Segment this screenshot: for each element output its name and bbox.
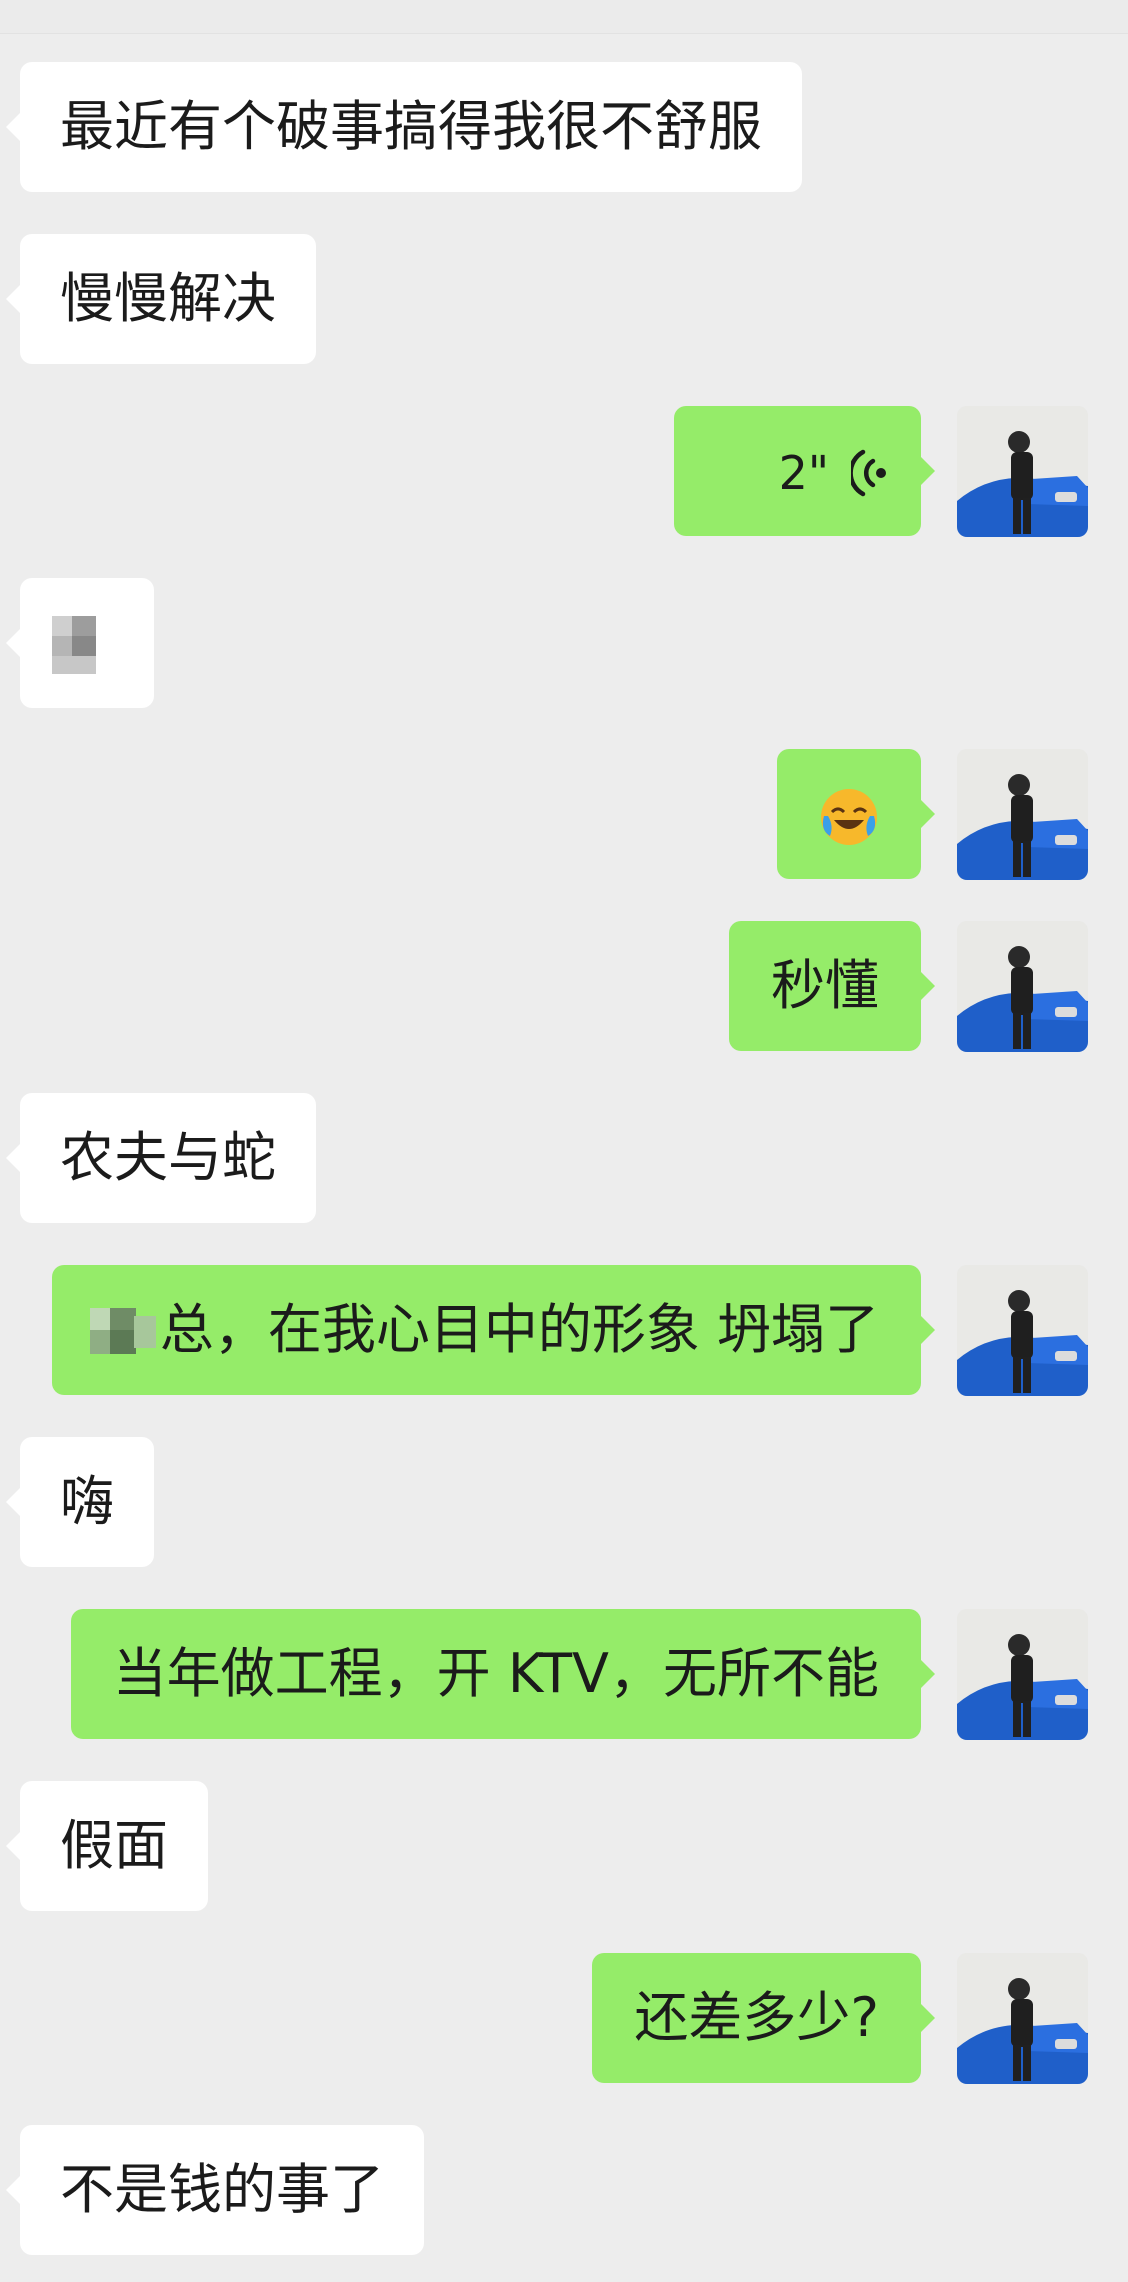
avatar-photo	[957, 749, 1088, 880]
voice-message[interactable]: 2"	[674, 406, 935, 536]
message-text: 不是钱的事了	[60, 2158, 384, 2221]
outgoing-message[interactable]: 当年做工程，开 KTV，无所不能	[70, 1609, 936, 1739]
user-avatar[interactable]	[957, 406, 1088, 537]
incoming-message[interactable]: 不是钱的事了	[6, 2125, 424, 2255]
message-text: 秒懂	[771, 954, 879, 1017]
top-divider	[0, 0, 1128, 34]
user-avatar[interactable]	[957, 1265, 1088, 1396]
incoming-message[interactable]: 假面	[6, 1781, 208, 1911]
incoming-message[interactable]: 最近有个破事搞得我很不舒服	[6, 62, 802, 192]
user-avatar[interactable]	[957, 1953, 1088, 2084]
avatar-photo	[957, 1609, 1088, 1740]
incoming-message[interactable]: 嗨	[6, 1437, 154, 1567]
voice-duration: 2"	[778, 446, 829, 500]
incoming-message[interactable]: 慢慢解决	[6, 234, 316, 364]
message-text: 嗨	[60, 1470, 114, 1533]
message-text: 农夫与蛇	[60, 1126, 276, 1189]
outgoing-emoji-message[interactable]	[777, 749, 935, 879]
blurred-name	[89, 1306, 160, 1360]
user-avatar[interactable]	[957, 1609, 1088, 1740]
outgoing-message[interactable]: 还差多少?	[592, 1953, 935, 2083]
blurred-image	[52, 616, 122, 676]
voice-wave-icon	[851, 449, 886, 497]
face-with-tears-of-joy-icon	[821, 789, 877, 846]
avatar-photo	[957, 1265, 1088, 1396]
avatar-photo	[957, 921, 1088, 1052]
message-text: 假面	[60, 1814, 168, 1877]
message-text: 最近有个破事搞得我很不舒服	[60, 95, 762, 158]
incoming-message[interactable]: 农夫与蛇	[6, 1093, 316, 1223]
message-text: 慢慢解决	[60, 267, 276, 330]
outgoing-message[interactable]: 秒懂	[729, 921, 935, 1051]
incoming-image-message[interactable]	[6, 578, 154, 708]
user-avatar[interactable]	[957, 921, 1088, 1052]
message-text: 当年做工程，开 KTV，无所不能	[112, 1642, 879, 1705]
outgoing-message[interactable]: 总，在我心目中的形象 坍塌了	[51, 1265, 936, 1395]
message-text: 总，在我心目中的形象 坍塌了	[159, 1298, 879, 1361]
avatar-photo	[957, 1953, 1088, 2084]
avatar-photo	[957, 406, 1088, 537]
message-text: 还差多少?	[634, 1986, 879, 2049]
user-avatar[interactable]	[957, 749, 1088, 880]
